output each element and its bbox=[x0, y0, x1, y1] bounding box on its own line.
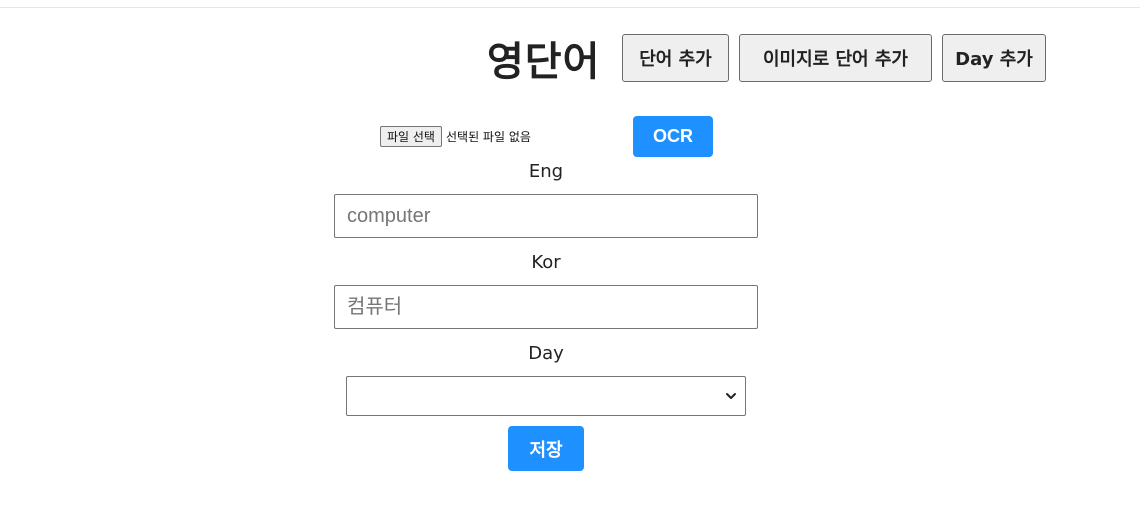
eng-label: Eng bbox=[528, 161, 564, 182]
chevron-down-icon bbox=[725, 390, 737, 402]
add-word-from-image-button[interactable]: 이미지로 단어 추가 bbox=[739, 34, 932, 82]
day-select[interactable] bbox=[346, 376, 746, 416]
choose-file-button[interactable]: 파일 선택 bbox=[380, 125, 442, 147]
add-word-button[interactable]: 단어 추가 bbox=[622, 34, 729, 82]
day-label: Day bbox=[528, 343, 564, 364]
file-input: 파일 선택 선택된 파일 없음 bbox=[380, 125, 531, 147]
page-title: 영단어 bbox=[487, 39, 601, 85]
kor-input[interactable] bbox=[334, 285, 758, 329]
file-status-text: 선택된 파일 없음 bbox=[445, 129, 531, 144]
ocr-button[interactable]: OCR bbox=[633, 116, 713, 157]
kor-label: Kor bbox=[531, 252, 561, 273]
top-divider bbox=[0, 7, 1140, 8]
add-day-button[interactable]: Day 추가 bbox=[942, 34, 1046, 82]
eng-input[interactable] bbox=[334, 194, 758, 238]
save-button[interactable]: 저장 bbox=[508, 426, 584, 471]
